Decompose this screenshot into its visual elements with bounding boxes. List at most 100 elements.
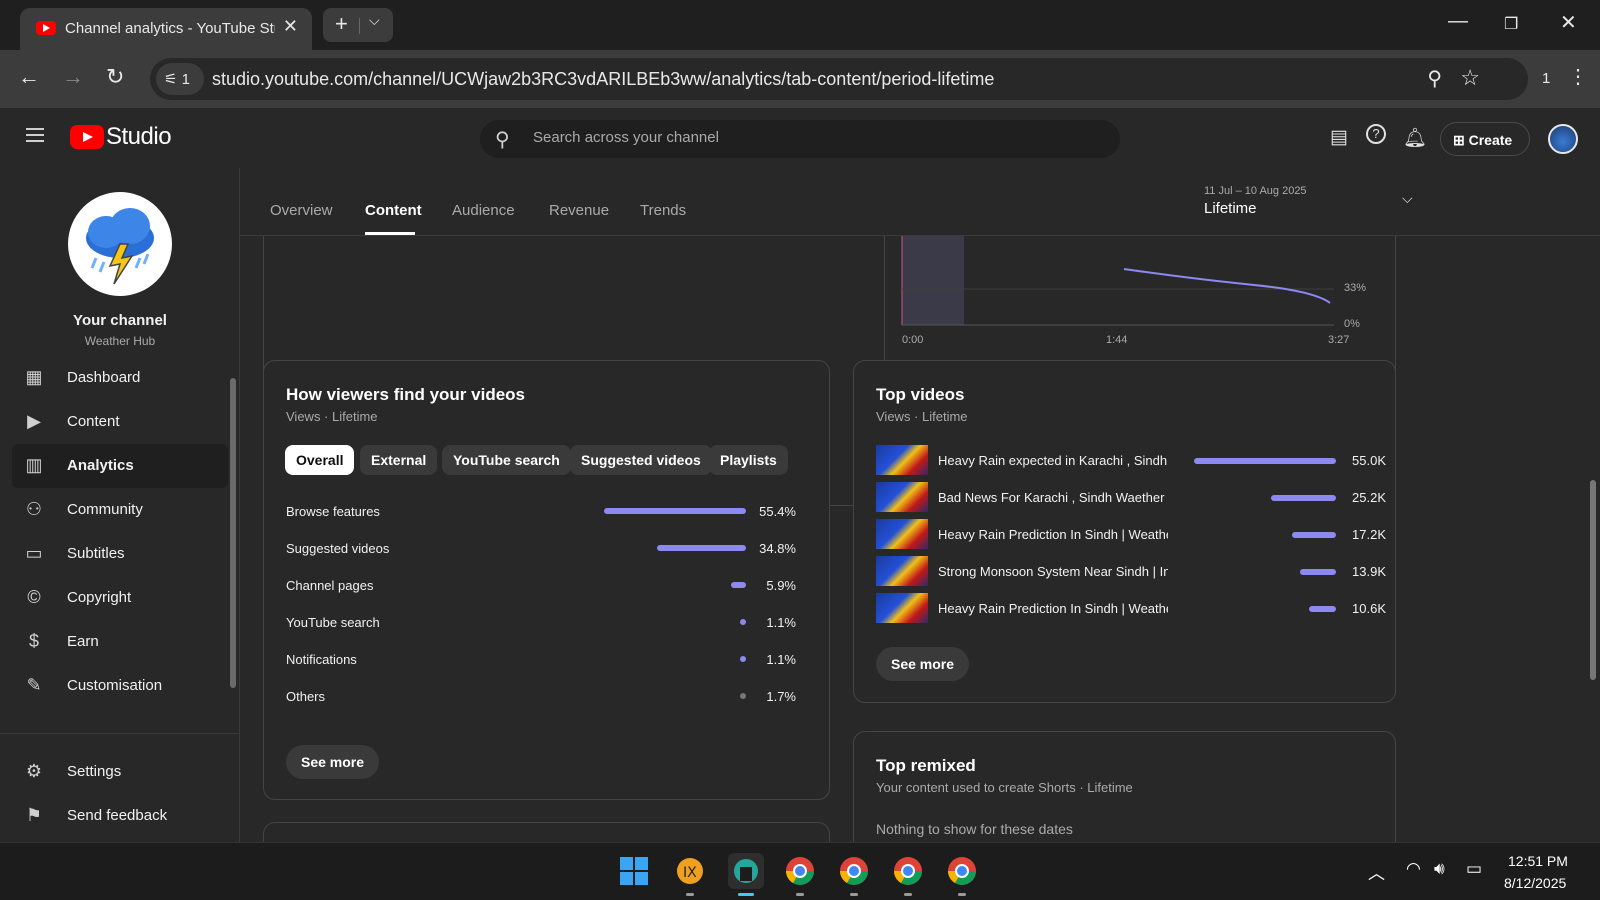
- sidebar-item-dashboard[interactable]: ▦ Dashboard: [12, 356, 228, 400]
- analytics-tabs: Overview Content Audience Revenue Trends…: [240, 168, 1600, 236]
- create-button[interactable]: ⊞ Create: [1440, 122, 1530, 156]
- reload-icon[interactable]: ↻: [106, 64, 124, 90]
- browser-menu-icon[interactable]: ⋮: [1568, 64, 1588, 89]
- retention-line: [1123, 268, 1331, 304]
- chip-youtube-search[interactable]: YouTube search: [442, 445, 571, 475]
- account-avatar[interactable]: [1548, 124, 1578, 154]
- traffic-row[interactable]: Browse features 55.4%: [286, 500, 796, 524]
- window-close-icon[interactable]: ✕: [1560, 10, 1577, 35]
- sidebar-item-label: Analytics: [67, 457, 134, 474]
- tab-revenue[interactable]: Revenue: [549, 202, 609, 219]
- battery-icon[interactable]: ▭: [1466, 859, 1482, 879]
- sidebar-divider: [0, 733, 240, 734]
- running-indicator: [904, 893, 912, 896]
- earn-icon: $: [28, 631, 39, 651]
- traffic-row[interactable]: Suggested videos 34.8%: [286, 537, 796, 561]
- period-selector[interactable]: Lifetime: [1204, 200, 1257, 217]
- app-notification-icon[interactable]: [728, 853, 764, 889]
- traffic-label: Suggested videos: [286, 541, 390, 556]
- search-input[interactable]: [533, 129, 1093, 146]
- chrome-profile-2-icon[interactable]: [836, 853, 872, 889]
- card-subtitle: Views · Lifetime: [286, 409, 378, 424]
- chrome-profile-1-icon[interactable]: [782, 853, 818, 889]
- studio-logo-text[interactable]: Studio: [106, 123, 172, 151]
- see-more-button[interactable]: See more: [876, 647, 970, 681]
- running-indicator: [796, 893, 804, 896]
- sidebar-item-earn[interactable]: $ Earn: [12, 620, 228, 664]
- sidebar-item-settings[interactable]: ⚙ Settings: [12, 750, 228, 794]
- restore-icon[interactable]: ❐: [1504, 14, 1518, 34]
- video-row[interactable]: Strong Monsoon System Near Sindh | Int..…: [876, 556, 1386, 586]
- active-indicator: [738, 893, 754, 896]
- chip-playlists[interactable]: Playlists: [709, 445, 788, 475]
- card-title: Top videos: [876, 385, 965, 404]
- video-row[interactable]: Heavy Rain expected in Karachi , Sindh |…: [876, 445, 1386, 475]
- tab-content[interactable]: Content: [365, 202, 422, 219]
- tab-list-chevron-icon[interactable]: ⌵: [369, 12, 380, 29]
- wifi-icon[interactable]: ◠: [1406, 859, 1421, 879]
- traffic-row[interactable]: Others 1.7%: [286, 685, 796, 709]
- bookmark-star-icon[interactable]: ☆: [1460, 65, 1480, 91]
- sidebar-item-analytics[interactable]: ▥ Analytics: [12, 444, 228, 488]
- chrome-profile-3-icon[interactable]: [890, 853, 926, 889]
- chrome-profile-4-icon[interactable]: [944, 853, 980, 889]
- windows-start-icon[interactable]: [616, 853, 652, 889]
- clock-date[interactable]: 8/12/2025: [1504, 875, 1566, 891]
- tray-overflow-chevron-icon[interactable]: ︿: [1368, 859, 1385, 884]
- browser-tabbar: Channel analytics - YouTube Studio ✕ + ⌵…: [0, 0, 1600, 50]
- address-bar[interactable]: ⚟ 1 studio.youtube.com/channel/UCWjaw2b3…: [150, 58, 1528, 100]
- sidebar-scrollbar[interactable]: [230, 378, 236, 688]
- forward-icon[interactable]: →: [62, 64, 84, 90]
- traffic-label: Notifications: [286, 652, 357, 667]
- traffic-row[interactable]: YouTube search 1.1%: [286, 611, 796, 635]
- community-icon: ⚇: [25, 499, 43, 519]
- volume-icon[interactable]: 🔊︎: [1434, 859, 1445, 879]
- video-views: 17.2K: [1352, 527, 1386, 542]
- video-views-bar: [1300, 569, 1336, 575]
- date-range[interactable]: 11 Jul – 10 Aug 2025: [1204, 185, 1307, 197]
- youtube-logo-icon[interactable]: [70, 125, 104, 149]
- url-text[interactable]: studio.youtube.com/channel/UCWjaw2b3RC3v…: [212, 69, 994, 90]
- site-info-button[interactable]: ⚟ 1: [156, 63, 204, 95]
- search-box[interactable]: ⚲: [480, 120, 1120, 158]
- channel-avatar[interactable]: [68, 192, 172, 296]
- tab-overview[interactable]: Overview: [270, 202, 333, 219]
- minimize-icon[interactable]: —: [1448, 10, 1468, 33]
- see-more-button[interactable]: See more: [286, 745, 380, 779]
- sidebar-item-customisation[interactable]: ✎ Customisation: [12, 664, 228, 708]
- help-icon[interactable]: ?: [1366, 124, 1386, 144]
- running-indicator: [958, 893, 966, 896]
- hamburger-menu-icon[interactable]: [26, 128, 44, 142]
- page-scrollbar[interactable]: [1590, 480, 1596, 680]
- chip-suggested-videos[interactable]: Suggested videos: [570, 445, 712, 475]
- traffic-row[interactable]: Channel pages 5.9%: [286, 574, 796, 598]
- video-row[interactable]: Heavy Rain Prediction In Sindh | Weather…: [876, 593, 1386, 623]
- video-thumbnail: [876, 556, 928, 586]
- notifications-bell-icon[interactable]: 🔔︎: [1403, 126, 1427, 150]
- sidebar-item-send-feedback[interactable]: ⚑ Send feedback: [12, 794, 228, 838]
- tab-close-icon[interactable]: ✕: [283, 16, 298, 37]
- zoom-icon[interactable]: ⚲: [1427, 66, 1442, 91]
- running-indicator: [686, 893, 694, 896]
- tab-audience[interactable]: Audience: [452, 202, 515, 219]
- tab-trends[interactable]: Trends: [640, 202, 686, 219]
- chevron-down-icon[interactable]: ⌵: [1402, 190, 1413, 207]
- app-ix-icon[interactable]: IX: [672, 853, 708, 889]
- back-icon[interactable]: ←: [18, 64, 40, 90]
- video-title: Heavy Rain Prediction In Sindh | Weather…: [938, 601, 1168, 616]
- chip-external[interactable]: External: [360, 445, 438, 475]
- video-row[interactable]: Heavy Rain Prediction In Sindh | Weather…: [876, 519, 1386, 549]
- sidebar-item-content[interactable]: ▶ Content: [12, 400, 228, 444]
- next-card: [263, 822, 830, 842]
- sidebar-item-copyright[interactable]: © Copyright: [12, 576, 228, 620]
- video-row[interactable]: Bad News For Karachi , Sindh Waether | .…: [876, 482, 1386, 512]
- browser-tab[interactable]: Channel analytics - YouTube Studio ✕: [20, 8, 312, 50]
- sidebar-item-subtitles[interactable]: ▭ Subtitles: [12, 532, 228, 576]
- chip-overall[interactable]: Overall: [285, 445, 355, 475]
- traffic-row[interactable]: Notifications 1.1%: [286, 648, 796, 672]
- clock-time[interactable]: 12:51 PM: [1508, 853, 1568, 869]
- new-tab-icon[interactable]: +: [335, 11, 348, 37]
- messages-icon[interactable]: ▤: [1330, 126, 1348, 149]
- sidebar-item-community[interactable]: ⚇ Community: [12, 488, 228, 532]
- extensions-count[interactable]: 1: [1542, 70, 1550, 87]
